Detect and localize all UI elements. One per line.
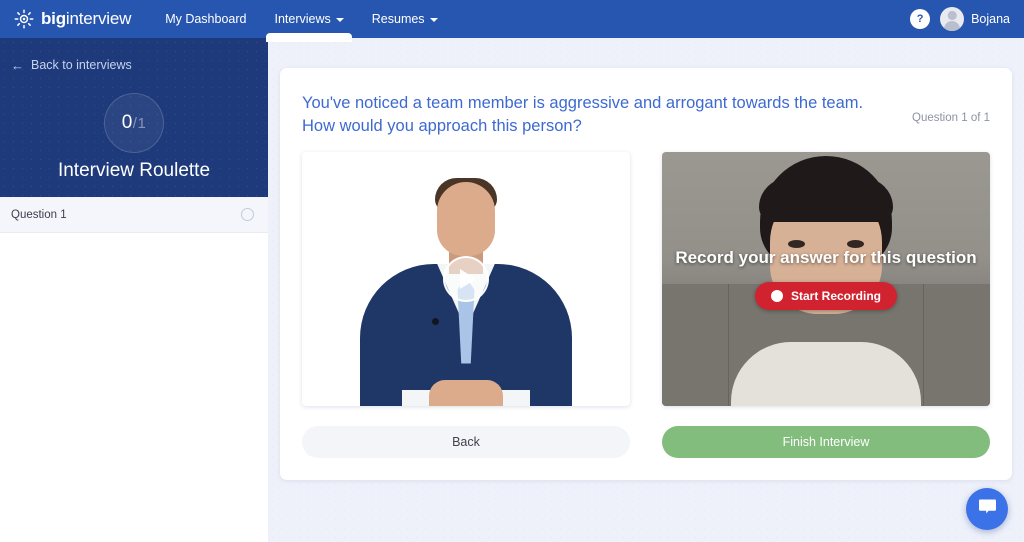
record-prompt-title: Record your answer for this question: [675, 247, 977, 267]
brand-logo-bold: big: [41, 9, 66, 28]
hands-shape: [429, 379, 503, 406]
question-counter: Question 1 of 1: [912, 112, 990, 124]
progress-completed: 0: [121, 112, 133, 133]
nav-item-interviews[interactable]: Interviews: [260, 0, 357, 42]
play-icon: [460, 268, 476, 289]
sun-icon: [14, 9, 34, 29]
back-to-interviews-link[interactable]: ← Back to interviews: [11, 58, 132, 72]
nav-item-resumes[interactable]: Resumes: [358, 0, 452, 38]
back-to-interviews-label: Back to interviews: [31, 58, 132, 72]
progress-text: 0/1: [122, 112, 147, 134]
action-row: Back Finish Interview: [280, 406, 1012, 458]
question-status-circle-icon: [241, 208, 254, 221]
nav-item-interviews-label: Interviews: [274, 12, 331, 26]
sidebar-item-question-1[interactable]: Question 1: [0, 197, 268, 233]
sample-answer-video[interactable]: [302, 151, 630, 406]
avatar: [940, 7, 965, 31]
question-text: You've noticed a team member is aggressi…: [302, 94, 864, 135]
top-navigation-bar: biginterview My Dashboard Interviews Res…: [0, 0, 1024, 42]
start-recording-button[interactable]: Start Recording: [754, 281, 897, 310]
lapel-mic-icon: [432, 317, 439, 325]
question-list: Question 1: [0, 197, 268, 233]
brand-logo[interactable]: biginterview: [14, 9, 131, 29]
page-title: Interview Roulette: [57, 160, 211, 181]
arrow-left-icon: ←: [11, 57, 24, 73]
webcam-preview[interactable]: Record your answer for this question Sta…: [662, 151, 990, 406]
user-menu[interactable]: Bojana: [940, 7, 1010, 31]
sidebar-header: ← Back to interviews 0/1 Interview Roule…: [0, 38, 268, 197]
nav-item-my-dashboard-label: My Dashboard: [165, 12, 247, 26]
finish-interview-button[interactable]: Finish Interview: [662, 425, 990, 458]
chevron-down-icon: [429, 18, 438, 22]
progress-total: /1: [132, 115, 147, 132]
brand-logo-text: biginterview: [41, 9, 131, 29]
nav-item-resumes-label: Resumes: [371, 12, 425, 26]
video-row: Record your answer for this question Sta…: [280, 138, 1012, 406]
right-cuff-shape: [500, 389, 530, 406]
help-button[interactable]: ?: [910, 9, 931, 29]
brand-logo-light: interview: [65, 9, 132, 28]
card-header: You've noticed a team member is aggressi…: [280, 68, 1012, 138]
chat-support-button[interactable]: [966, 488, 1008, 530]
top-bar-right-group: ? Bojana: [910, 7, 1010, 31]
start-recording-label: Start Recording: [790, 288, 881, 303]
sidebar: ← Back to interviews 0/1 Interview Roule…: [0, 38, 268, 542]
main-content: You've noticed a team member is aggressi…: [268, 38, 1024, 542]
record-dot-icon: [770, 289, 783, 302]
nav-item-my-dashboard[interactable]: My Dashboard: [151, 0, 260, 38]
back-button[interactable]: Back: [302, 425, 630, 458]
user-name-label: Bojana: [971, 12, 1010, 26]
main-nav: My Dashboard Interviews Resumes: [151, 0, 452, 42]
chat-bubble-icon: [977, 496, 998, 522]
interview-card: You've noticed a team member is aggressi…: [280, 68, 1012, 480]
head-shape: [437, 181, 495, 256]
play-button[interactable]: [443, 255, 489, 302]
question-item-label: Question 1: [11, 208, 67, 221]
progress-ring: 0/1: [104, 93, 164, 153]
chevron-down-icon: [335, 18, 344, 22]
record-overlay: Record your answer for this question Sta…: [662, 152, 990, 406]
left-cuff-shape: [402, 389, 432, 406]
